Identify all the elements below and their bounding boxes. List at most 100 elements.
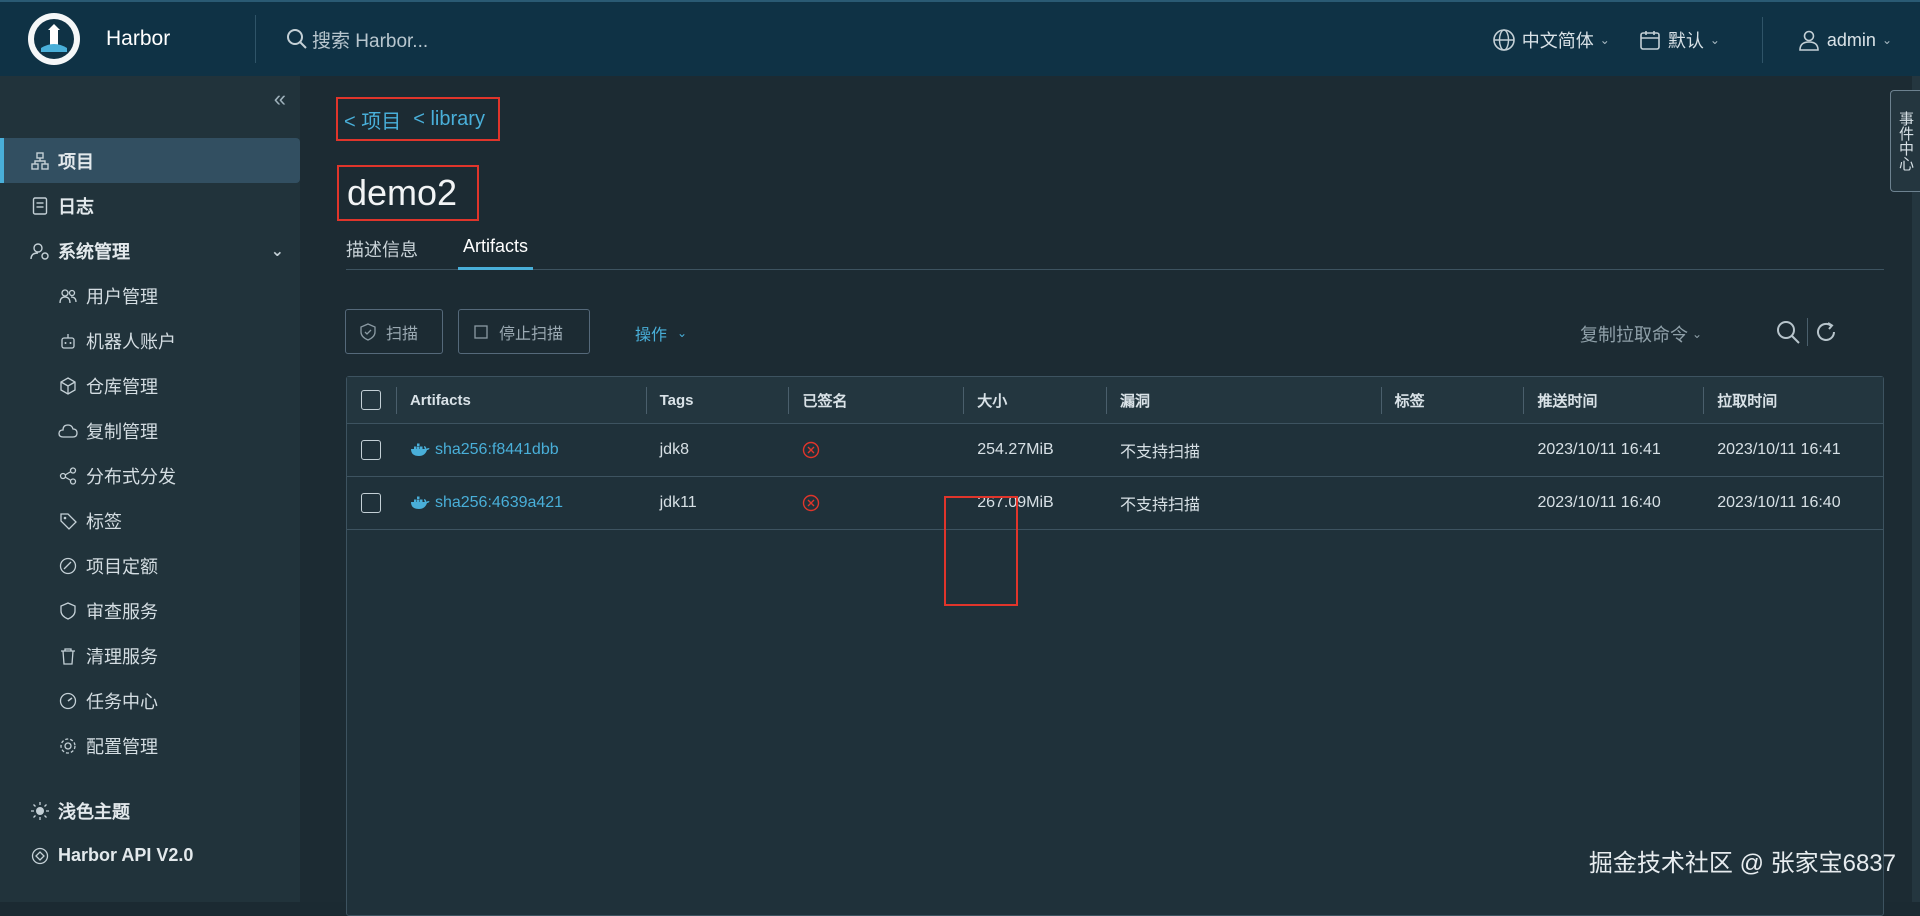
- shield-check-icon: [360, 322, 376, 341]
- artifact-digest: sha256:4639a421: [434, 494, 564, 511]
- sidebar-nav: 项目 日志 系统管理 ⌄ 用户管理 机器人账户 仓库管理 复制管理 分布式分发 …: [0, 138, 300, 878]
- repo-tabs: 描述信息 Artifacts: [346, 236, 1884, 270]
- sidebar-item-interrogation-services[interactable]: 审查服务: [0, 588, 300, 633]
- chevron-down-icon: ⌄: [1692, 327, 1703, 341]
- artifact-link[interactable]: sha256:4639a421: [410, 494, 563, 512]
- dashboard-icon: [58, 691, 78, 711]
- push-time-cell: 2023/10/11 16:40: [1537, 494, 1661, 511]
- tag-icon: [58, 511, 78, 531]
- column-header-push-time[interactable]: 推送时间: [1523, 377, 1703, 423]
- docker-icon: [410, 443, 430, 456]
- api-icon: [30, 846, 50, 866]
- pull-time-cell: 2023/10/11 16:40: [1717, 494, 1841, 511]
- global-search[interactable]: 搜索 Harbor...: [286, 26, 706, 53]
- sidebar-item-labels[interactable]: 标签: [0, 498, 300, 543]
- trash-icon: [58, 646, 78, 666]
- row-select-cell: [347, 477, 396, 529]
- search-icon[interactable]: [1775, 319, 1801, 345]
- theme-toggle[interactable]: 浅色主题: [0, 788, 300, 833]
- sidebar-item-job-service[interactable]: 任务中心: [0, 678, 300, 723]
- api-label: Harbor API V2.0: [58, 845, 194, 865]
- sidebar-item-registries[interactable]: 仓库管理: [0, 363, 300, 408]
- language-label: 中文简体: [1521, 31, 1594, 51]
- sidebar-item-projects[interactable]: 项目: [0, 138, 300, 183]
- copy-pull-command-dropdown[interactable]: 复制拉取命令 ⌄: [1580, 321, 1702, 347]
- collapse-sidebar-icon[interactable]: «: [274, 86, 286, 112]
- labels-cell: [1381, 424, 1524, 476]
- sidebar-item-administration[interactable]: 系统管理 ⌄: [0, 228, 300, 273]
- tag-cell: jdk11: [659, 494, 697, 511]
- sidebar-item-label: 日志: [58, 196, 94, 217]
- sidebar-item-label: 项目定额: [86, 556, 158, 577]
- registry-icon: [58, 376, 78, 396]
- tab-artifacts[interactable]: Artifacts: [458, 236, 534, 270]
- sidebar-item-label: 标签: [86, 511, 122, 532]
- api-explorer-link[interactable]: Harbor API V2.0: [0, 833, 300, 878]
- sidebar-item-robot-accounts[interactable]: 机器人账户: [0, 318, 300, 363]
- size-cell: 254.27MiB: [977, 441, 1054, 458]
- datetime-format-selector[interactable]: 默认 ⌄: [1638, 27, 1720, 53]
- pull-time-cell: 2023/10/11 16:41: [1717, 441, 1841, 458]
- labels-cell: [1381, 477, 1524, 529]
- tab-info[interactable]: 描述信息: [346, 236, 418, 270]
- calendar-icon: [1640, 31, 1660, 50]
- scan-button[interactable]: 扫描: [345, 309, 443, 354]
- breadcrumb: < 项目 < library: [336, 97, 500, 141]
- theme-label: 浅色主题: [58, 801, 130, 822]
- page-title-highlight: demo2: [337, 165, 479, 221]
- artifact-digest: sha256:f8441dbb: [434, 441, 559, 458]
- sidebar-item-label: 机器人账户: [86, 331, 176, 352]
- row-checkbox[interactable]: [361, 493, 381, 513]
- shield-icon: [58, 601, 78, 621]
- sidebar-item-replications[interactable]: 复制管理: [0, 408, 300, 453]
- column-header-labels[interactable]: 标签: [1380, 377, 1524, 423]
- table-row[interactable]: sha256:4639a421 jdk11 267.09MiB 不支持扫描 20…: [347, 477, 1883, 530]
- signed-cell: [788, 424, 963, 476]
- column-header-tags[interactable]: Tags: [645, 377, 789, 423]
- page-scrollbar[interactable]: [1912, 76, 1920, 902]
- distribution-icon: [58, 466, 78, 486]
- vulnerability-cell: 不支持扫描: [1120, 444, 1201, 461]
- replication-icon: [58, 421, 78, 441]
- signed-cell: [788, 477, 963, 529]
- toolbar-icons: [1775, 318, 1838, 346]
- breadcrumb-projects-link[interactable]: < 项目: [344, 105, 401, 134]
- row-select-cell: [347, 424, 396, 476]
- sidebar-item-project-quotas[interactable]: 项目定额: [0, 543, 300, 588]
- vulnerability-cell: 不支持扫描: [1120, 497, 1201, 514]
- header-divider: [255, 15, 256, 63]
- artifact-link[interactable]: sha256:f8441dbb: [410, 441, 559, 459]
- sidebar-item-clean-up[interactable]: 清理服务: [0, 633, 300, 678]
- table-row[interactable]: sha256:f8441dbb jdk8 254.27MiB 不支持扫描 202…: [347, 424, 1883, 477]
- row-checkbox[interactable]: [361, 440, 381, 460]
- sidebar-item-logs[interactable]: 日志: [0, 183, 300, 228]
- sidebar-item-users[interactable]: 用户管理: [0, 273, 300, 318]
- user-menu[interactable]: admin ⌄: [1797, 28, 1892, 52]
- tags-highlight-box: [944, 496, 1018, 606]
- copy-pull-label: 复制拉取命令: [1580, 325, 1688, 345]
- column-header-artifacts[interactable]: Artifacts: [395, 377, 646, 423]
- not-signed-icon: [803, 494, 820, 512]
- refresh-icon[interactable]: [1814, 320, 1838, 344]
- column-header-pull-time[interactable]: 拉取时间: [1703, 377, 1883, 423]
- column-header-size[interactable]: 大小: [963, 377, 1106, 423]
- brand[interactable]: Harbor: [0, 1, 255, 77]
- breadcrumb-library-link[interactable]: < library: [413, 108, 485, 131]
- push-time-cell: 2023/10/11 16:41: [1537, 441, 1661, 458]
- language-selector[interactable]: 中文简体 ⌄: [1492, 27, 1610, 53]
- stop-scan-button[interactable]: 停止扫描: [458, 309, 590, 354]
- watermark: 掘金技术社区 @ 张家宝6837: [1588, 850, 1896, 877]
- search-input[interactable]: 搜索 Harbor...: [312, 26, 428, 53]
- column-header-signed[interactable]: 已签名: [788, 377, 963, 423]
- sidebar-item-distributions[interactable]: 分布式分发: [0, 453, 300, 498]
- sidebar-item-label: 复制管理: [86, 421, 158, 442]
- select-all-checkbox[interactable]: [361, 390, 381, 410]
- sidebar-item-configuration[interactable]: 配置管理: [0, 723, 300, 768]
- sidebar-item-label: 配置管理: [86, 736, 158, 757]
- sidebar-item-label: 任务中心: [86, 691, 158, 712]
- event-center-tab[interactable]: 事件中心: [1890, 90, 1920, 192]
- action-dropdown[interactable]: 操作 ⌄: [635, 321, 687, 345]
- stop-scan-label: 停止扫描: [499, 325, 564, 343]
- column-header-vulnerabilities[interactable]: 漏洞: [1106, 377, 1381, 423]
- artifact-cell: sha256:4639a421: [396, 477, 646, 529]
